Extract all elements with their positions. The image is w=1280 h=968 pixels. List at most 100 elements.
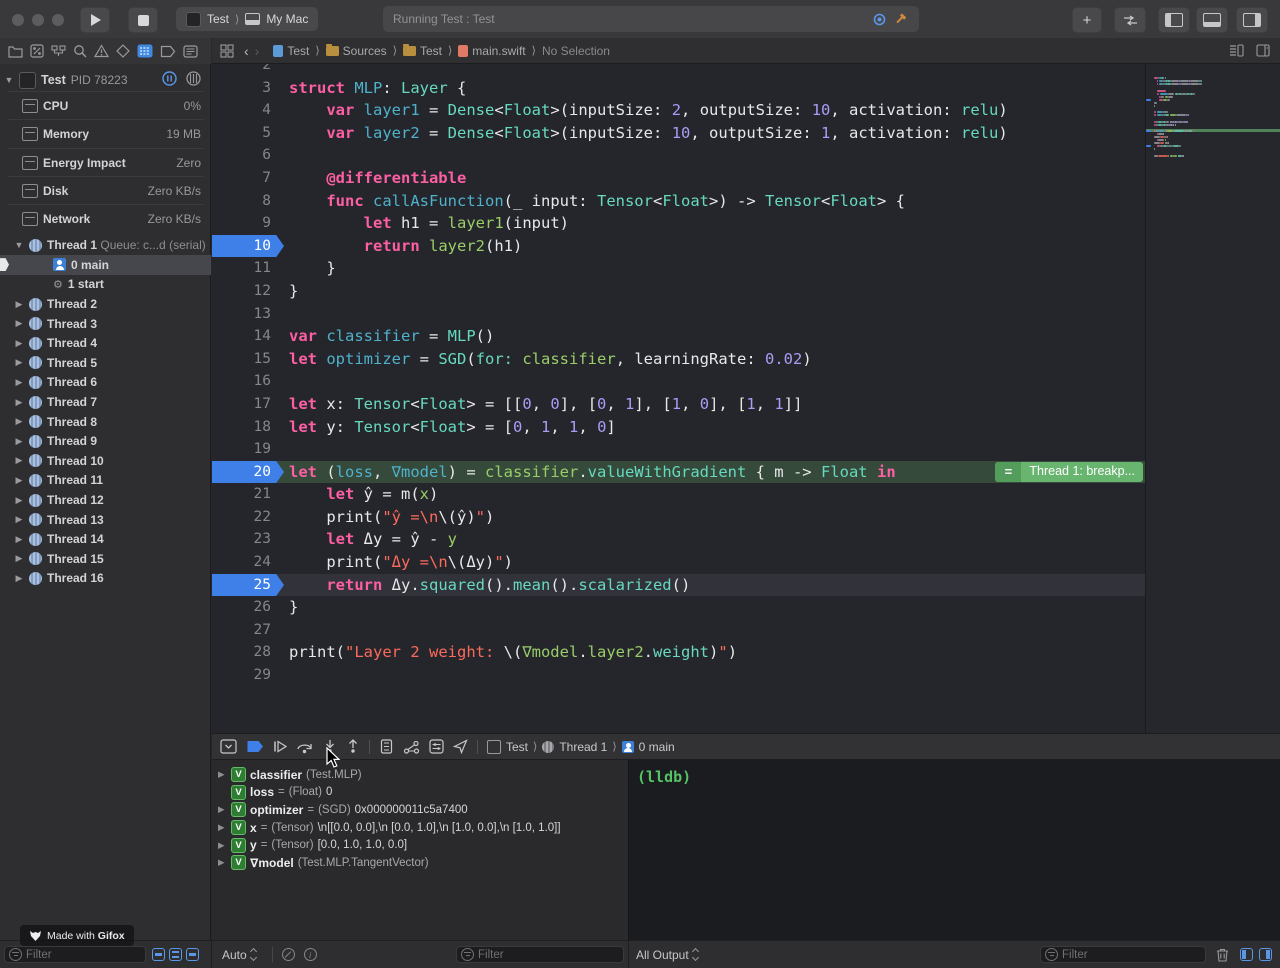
line-number[interactable]: 17 xyxy=(212,393,284,416)
breadcrumb-selection[interactable]: No Selection xyxy=(542,44,610,58)
line-number[interactable]: 9 xyxy=(212,212,284,235)
thread-row-3[interactable]: ▶Thread 3 xyxy=(0,314,211,334)
info-icon[interactable]: i xyxy=(304,948,317,961)
console-filter-field[interactable]: Filter xyxy=(1040,946,1206,963)
library-button[interactable]: + xyxy=(1072,7,1102,33)
pause-process-icon[interactable] xyxy=(162,71,177,89)
minimize-window-icon[interactable] xyxy=(32,14,44,26)
disclosure-triangle-icon[interactable]: ▶ xyxy=(14,495,24,506)
line-number[interactable]: 13 xyxy=(212,303,284,326)
test-navigator-icon[interactable] xyxy=(116,44,130,58)
simulate-location-icon[interactable] xyxy=(453,739,468,754)
code-line-12[interactable]: 12} xyxy=(212,280,1145,303)
zoom-window-icon[interactable] xyxy=(52,14,64,26)
project-navigator-icon[interactable] xyxy=(8,44,23,58)
code-line-13[interactable]: 13 xyxy=(212,303,1145,326)
debug-crumb-process[interactable]: Test xyxy=(506,740,528,754)
code-line-28[interactable]: 28print("Layer 2 weight: \(∇model.layer2… xyxy=(212,641,1145,664)
find-navigator-icon[interactable] xyxy=(73,44,87,58)
code-line-4[interactable]: 4 var layer1 = Dense<Float>(inputSize: 2… xyxy=(212,99,1145,122)
filter-flag-button[interactable] xyxy=(152,948,165,961)
code-line-19[interactable]: 19 xyxy=(212,438,1145,461)
code-line-22[interactable]: 22 print("ŷ =\n\(ŷ)") xyxy=(212,506,1145,529)
code-line-6[interactable]: 6 xyxy=(212,144,1145,167)
thread-row-6[interactable]: ▶Thread 6 xyxy=(0,373,211,393)
step-out-icon[interactable] xyxy=(346,739,360,754)
line-number[interactable]: 6 xyxy=(212,144,284,167)
editor-options-icon[interactable] xyxy=(1256,44,1270,57)
thread-row-10[interactable]: ▶Thread 10 xyxy=(0,451,211,471)
line-number[interactable]: 2 xyxy=(212,64,284,77)
code-line-23[interactable]: 23 let Δy = ŷ - y xyxy=(212,528,1145,551)
thread-row-15[interactable]: ▶Thread 15 xyxy=(0,549,211,569)
environment-overrides-icon[interactable] xyxy=(429,739,444,754)
disclosure-triangle-icon[interactable]: ▶ xyxy=(14,397,24,408)
code-line-21[interactable]: 21 let ŷ = m(x) xyxy=(212,483,1145,506)
variables-scope-popup[interactable]: Auto xyxy=(222,948,259,962)
run-button[interactable] xyxy=(80,7,110,33)
line-number[interactable]: 27 xyxy=(212,619,284,642)
breakpoints-toggle-icon[interactable] xyxy=(246,740,264,753)
continue-icon[interactable] xyxy=(273,740,287,753)
thread-row-8[interactable]: ▶Thread 8 xyxy=(0,412,211,432)
variable-row-loss[interactable]: V loss = (Float) 0 xyxy=(212,784,628,802)
code-line-9[interactable]: 9 let h1 = layer1(input) xyxy=(212,212,1145,235)
stack-frame-1-start[interactable]: ⚙1 start xyxy=(0,275,211,295)
disclosure-triangle-icon[interactable]: ▶ xyxy=(14,318,24,329)
variables-filter-field[interactable]: Filter xyxy=(456,946,624,963)
line-number[interactable]: 23 xyxy=(212,528,284,551)
line-number[interactable]: 24 xyxy=(212,551,284,574)
window-controls[interactable] xyxy=(12,13,72,31)
stop-button[interactable] xyxy=(128,7,158,33)
debug-indicator-icon[interactable] xyxy=(873,13,886,26)
breadcrumb-file[interactable]: main.swift xyxy=(458,44,525,58)
thread-row-4[interactable]: ▶Thread 4 xyxy=(0,334,211,354)
code-line-7[interactable]: 7 @differentiable xyxy=(212,167,1145,190)
code-review-button[interactable] xyxy=(1114,7,1146,33)
debug-view-hierarchy-icon[interactable] xyxy=(379,739,394,754)
thread-row-16[interactable]: ▶Thread 16 xyxy=(0,569,211,589)
line-number[interactable]: 22 xyxy=(212,506,284,529)
disclosure-triangle-icon[interactable]: ▶ xyxy=(14,299,24,310)
disclosure-triangle-icon[interactable]: ▶ xyxy=(14,357,24,368)
gauge-row-cpu[interactable]: CPU 0% xyxy=(0,92,211,120)
editor-minimap[interactable] xyxy=(1145,64,1280,733)
line-number[interactable]: 14 xyxy=(212,325,284,348)
breakpoint-marker[interactable]: 10 xyxy=(212,235,284,258)
thread-row-7[interactable]: ▶Thread 7 xyxy=(0,392,211,412)
variable-row-∇model[interactable]: ▶ V ∇model (Test.MLP.TangentVector) xyxy=(212,854,628,872)
variable-row-optimizer[interactable]: ▶ V optimizer = (SGD) 0x000000011c5a7400 xyxy=(212,801,628,819)
code-line-27[interactable]: 27 xyxy=(212,619,1145,642)
code-line-20[interactable]: 20let (loss, ∇model) = classifier.valueW… xyxy=(212,461,1145,484)
report-navigator-icon[interactable] xyxy=(183,45,198,58)
variable-row-x[interactable]: ▶ V x = (Tensor) \n[[0.0, 0.0],\n [0.0, … xyxy=(212,819,628,837)
line-number[interactable]: 12 xyxy=(212,280,284,303)
disclosure-triangle-icon[interactable]: ▶ xyxy=(14,553,24,564)
code-line-25[interactable]: 25 return Δy.squared().mean().scalarized… xyxy=(212,574,1145,597)
code-line-15[interactable]: 15let optimizer = SGD(for: classifier, l… xyxy=(212,348,1145,371)
hide-debug-area-icon[interactable] xyxy=(220,739,237,754)
line-number[interactable]: 8 xyxy=(212,190,284,213)
line-number[interactable]: 5 xyxy=(212,122,284,145)
disclosure-triangle-icon[interactable]: ▶ xyxy=(14,416,24,427)
line-number[interactable]: 26 xyxy=(212,596,284,619)
gauge-row-memory[interactable]: Memory 19 MB xyxy=(0,120,211,148)
forward-button[interactable]: › xyxy=(255,43,260,59)
variable-row-classifier[interactable]: ▶ V classifier (Test.MLP) xyxy=(212,766,628,784)
clear-console-icon[interactable] xyxy=(1216,947,1229,962)
disclosure-triangle-icon[interactable]: ▶ xyxy=(14,573,24,584)
close-window-icon[interactable] xyxy=(12,14,24,26)
debug-crumb-frame[interactable]: 0 main xyxy=(639,740,675,754)
thread-row-1[interactable]: ▼Thread 1 Queue: c...d (serial) xyxy=(0,236,211,256)
navigator-filter-field[interactable]: Filter xyxy=(4,946,146,963)
disclosure-triangle-icon[interactable]: ▼ xyxy=(4,75,14,85)
related-items-icon[interactable] xyxy=(220,44,234,58)
debug-console[interactable]: (lldb) xyxy=(628,760,1280,940)
breadcrumb-project[interactable]: Test xyxy=(273,44,309,58)
thread-row-14[interactable]: ▶Thread 14 xyxy=(0,530,211,550)
line-number[interactable]: 15 xyxy=(212,348,284,371)
disclosure-triangle-icon[interactable]: ▶ xyxy=(218,804,227,815)
code-line-5[interactable]: 5 var layer2 = Dense<Float>(inputSize: 1… xyxy=(212,122,1145,145)
console-output-popup[interactable]: All Output xyxy=(636,948,701,962)
filter-recent-button[interactable] xyxy=(186,948,199,961)
